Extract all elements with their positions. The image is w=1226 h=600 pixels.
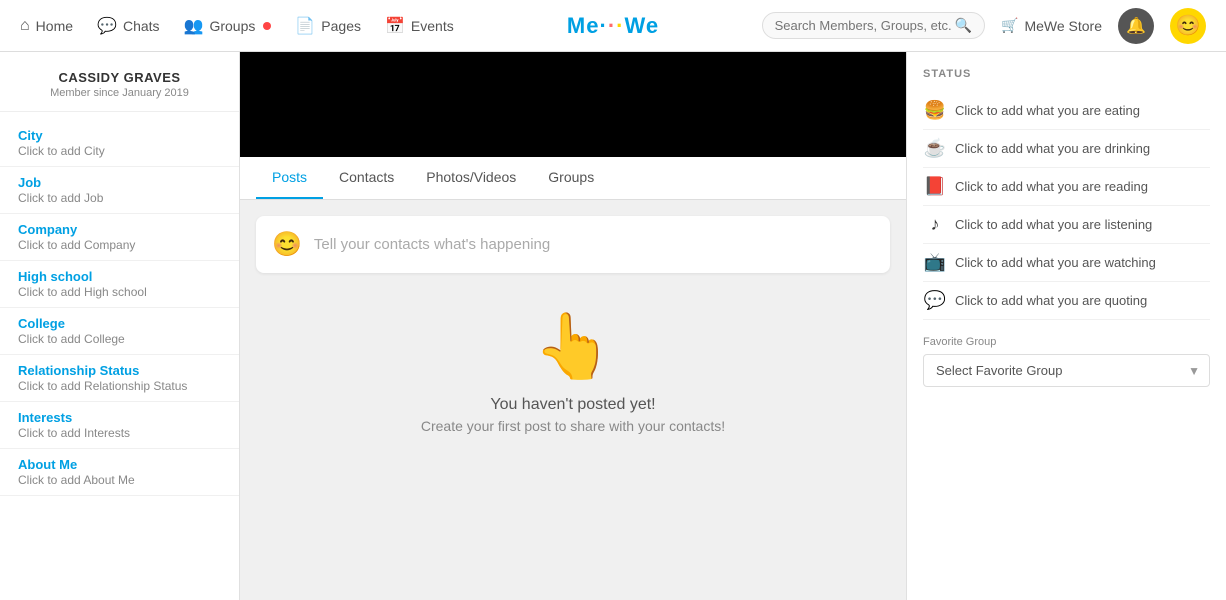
sidebar-field-company[interactable]: Company Click to add Company bbox=[0, 214, 239, 261]
quoting-text: Click to add what you are quoting bbox=[955, 293, 1147, 308]
status-listening[interactable]: ♪ Click to add what you are listening bbox=[923, 206, 1210, 244]
avatar-face: 😊 bbox=[1176, 13, 1201, 38]
sidebar-field-city[interactable]: City Click to add City bbox=[0, 120, 239, 167]
store-link[interactable]: 🛒 MeWe Store bbox=[1001, 17, 1102, 34]
tab-groups[interactable]: Groups bbox=[532, 157, 610, 199]
select-wrapper: Select Favorite Group ▼ bbox=[923, 354, 1210, 387]
member-since: Member since January 2019 bbox=[0, 87, 239, 99]
city-label[interactable]: City bbox=[18, 128, 221, 143]
sidebar-field-college[interactable]: College Click to add College bbox=[0, 308, 239, 355]
empty-state-title: You haven't posted yet! bbox=[256, 396, 890, 414]
empty-state-subtitle: Create your first post to share with you… bbox=[256, 418, 890, 434]
watching-text: Click to add what you are watching bbox=[955, 255, 1156, 270]
reading-text: Click to add what you are reading bbox=[955, 179, 1148, 194]
home-icon: ⌂ bbox=[20, 17, 30, 35]
center-content: Posts Contacts Photos/Videos Groups 😊 Te… bbox=[240, 52, 906, 600]
search-box[interactable]: 🔍 bbox=[762, 12, 985, 39]
status-drinking[interactable]: ☕ Click to add what you are drinking bbox=[923, 130, 1210, 168]
reading-icon: 📕 bbox=[923, 176, 947, 197]
favorite-group-label: Favorite Group bbox=[923, 336, 1210, 348]
eating-text: Click to add what you are eating bbox=[955, 103, 1140, 118]
quoting-icon: 💬 bbox=[923, 290, 947, 311]
nav-home-label: Home bbox=[36, 18, 73, 34]
post-avatar-emoji: 😊 bbox=[272, 230, 302, 259]
favorite-group-select[interactable]: Select Favorite Group bbox=[923, 354, 1210, 387]
status-quoting[interactable]: 💬 Click to add what you are quoting bbox=[923, 282, 1210, 320]
interests-value[interactable]: Click to add Interests bbox=[18, 426, 221, 440]
watching-icon: 📺 bbox=[923, 252, 947, 273]
sidebar-field-interests[interactable]: Interests Click to add Interests bbox=[0, 402, 239, 449]
nav-items: ⌂ Home 💬 Chats 👥 Groups 📄 Pages 📅 Events bbox=[20, 16, 454, 36]
status-watching[interactable]: 📺 Click to add what you are watching bbox=[923, 244, 1210, 282]
favorite-group-section: Favorite Group Select Favorite Group ▼ bbox=[923, 336, 1210, 387]
user-header: CASSIDY GRAVES Member since January 2019 bbox=[0, 62, 239, 112]
user-avatar[interactable]: 😊 bbox=[1170, 8, 1206, 44]
company-value[interactable]: Click to add Company bbox=[18, 238, 221, 252]
store-label: MeWe Store bbox=[1024, 18, 1102, 34]
cart-icon: 🛒 bbox=[1001, 17, 1018, 34]
listening-text: Click to add what you are listening bbox=[955, 217, 1152, 232]
job-label[interactable]: Job bbox=[18, 175, 221, 190]
right-panel: STATUS 🍔 Click to add what you are eatin… bbox=[906, 52, 1226, 600]
nav-groups[interactable]: 👥 Groups bbox=[184, 16, 272, 36]
nav-pages[interactable]: 📄 Pages bbox=[295, 16, 361, 36]
company-label[interactable]: Company bbox=[18, 222, 221, 237]
listening-icon: ♪ bbox=[923, 214, 947, 235]
sidebar-field-job[interactable]: Job Click to add Job bbox=[0, 167, 239, 214]
nav-home[interactable]: ⌂ Home bbox=[20, 17, 73, 35]
chats-icon: 💬 bbox=[97, 16, 117, 36]
highschool-value[interactable]: Click to add High school bbox=[18, 285, 221, 299]
drinking-text: Click to add what you are drinking bbox=[955, 141, 1150, 156]
nav-right: 🔍 🛒 MeWe Store 🔔 😊 bbox=[762, 8, 1206, 44]
drinking-icon: ☕ bbox=[923, 138, 947, 159]
cover-photo bbox=[240, 52, 906, 157]
tab-posts[interactable]: Posts bbox=[256, 157, 323, 199]
post-placeholder[interactable]: Tell your contacts what's happening bbox=[314, 236, 874, 253]
sidebar-field-relationship[interactable]: Relationship Status Click to add Relatio… bbox=[0, 355, 239, 402]
aboutme-label[interactable]: About Me bbox=[18, 457, 221, 472]
city-value[interactable]: Click to add City bbox=[18, 144, 221, 158]
college-value[interactable]: Click to add College bbox=[18, 332, 221, 346]
nav-chats-label: Chats bbox=[123, 18, 160, 34]
groups-notification-dot bbox=[263, 22, 271, 30]
pages-icon: 📄 bbox=[295, 16, 315, 36]
search-icon: 🔍 bbox=[955, 17, 972, 34]
nav-chats[interactable]: 💬 Chats bbox=[97, 16, 160, 36]
tab-photos[interactable]: Photos/Videos bbox=[410, 157, 532, 199]
sidebar-field-highschool[interactable]: High school Click to add High school bbox=[0, 261, 239, 308]
nav-events[interactable]: 📅 Events bbox=[385, 16, 454, 36]
status-reading[interactable]: 📕 Click to add what you are reading bbox=[923, 168, 1210, 206]
groups-icon: 👥 bbox=[184, 16, 204, 36]
eating-icon: 🍔 bbox=[923, 100, 947, 121]
bell-icon: 🔔 bbox=[1126, 16, 1146, 36]
status-eating[interactable]: 🍔 Click to add what you are eating bbox=[923, 92, 1210, 130]
left-sidebar: CASSIDY GRAVES Member since January 2019… bbox=[0, 52, 240, 600]
pointing-hand-icon: 👆 bbox=[256, 309, 890, 384]
main-container: CASSIDY GRAVES Member since January 2019… bbox=[0, 52, 1226, 600]
content-area: 😊 Tell your contacts what's happening 👆 … bbox=[240, 200, 906, 480]
job-value[interactable]: Click to add Job bbox=[18, 191, 221, 205]
status-title: STATUS bbox=[923, 68, 1210, 80]
tab-contacts[interactable]: Contacts bbox=[323, 157, 410, 199]
college-label[interactable]: College bbox=[18, 316, 221, 331]
highschool-label[interactable]: High school bbox=[18, 269, 221, 284]
search-input[interactable] bbox=[775, 18, 955, 33]
empty-state: 👆 You haven't posted yet! Create your fi… bbox=[256, 289, 890, 464]
interests-label[interactable]: Interests bbox=[18, 410, 221, 425]
nav-groups-label: Groups bbox=[209, 18, 255, 34]
nav-events-label: Events bbox=[411, 18, 454, 34]
relationship-value[interactable]: Click to add Relationship Status bbox=[18, 379, 221, 393]
events-icon: 📅 bbox=[385, 16, 405, 36]
logo: Me···We bbox=[567, 13, 659, 39]
top-nav: ⌂ Home 💬 Chats 👥 Groups 📄 Pages 📅 Events… bbox=[0, 0, 1226, 52]
sidebar-field-aboutme[interactable]: About Me Click to add About Me bbox=[0, 449, 239, 496]
relationship-label[interactable]: Relationship Status bbox=[18, 363, 221, 378]
user-name: CASSIDY GRAVES bbox=[0, 70, 239, 85]
aboutme-value[interactable]: Click to add About Me bbox=[18, 473, 221, 487]
profile-tabs: Posts Contacts Photos/Videos Groups bbox=[240, 157, 906, 200]
notification-bell[interactable]: 🔔 bbox=[1118, 8, 1154, 44]
nav-pages-label: Pages bbox=[321, 18, 361, 34]
post-box[interactable]: 😊 Tell your contacts what's happening bbox=[256, 216, 890, 273]
